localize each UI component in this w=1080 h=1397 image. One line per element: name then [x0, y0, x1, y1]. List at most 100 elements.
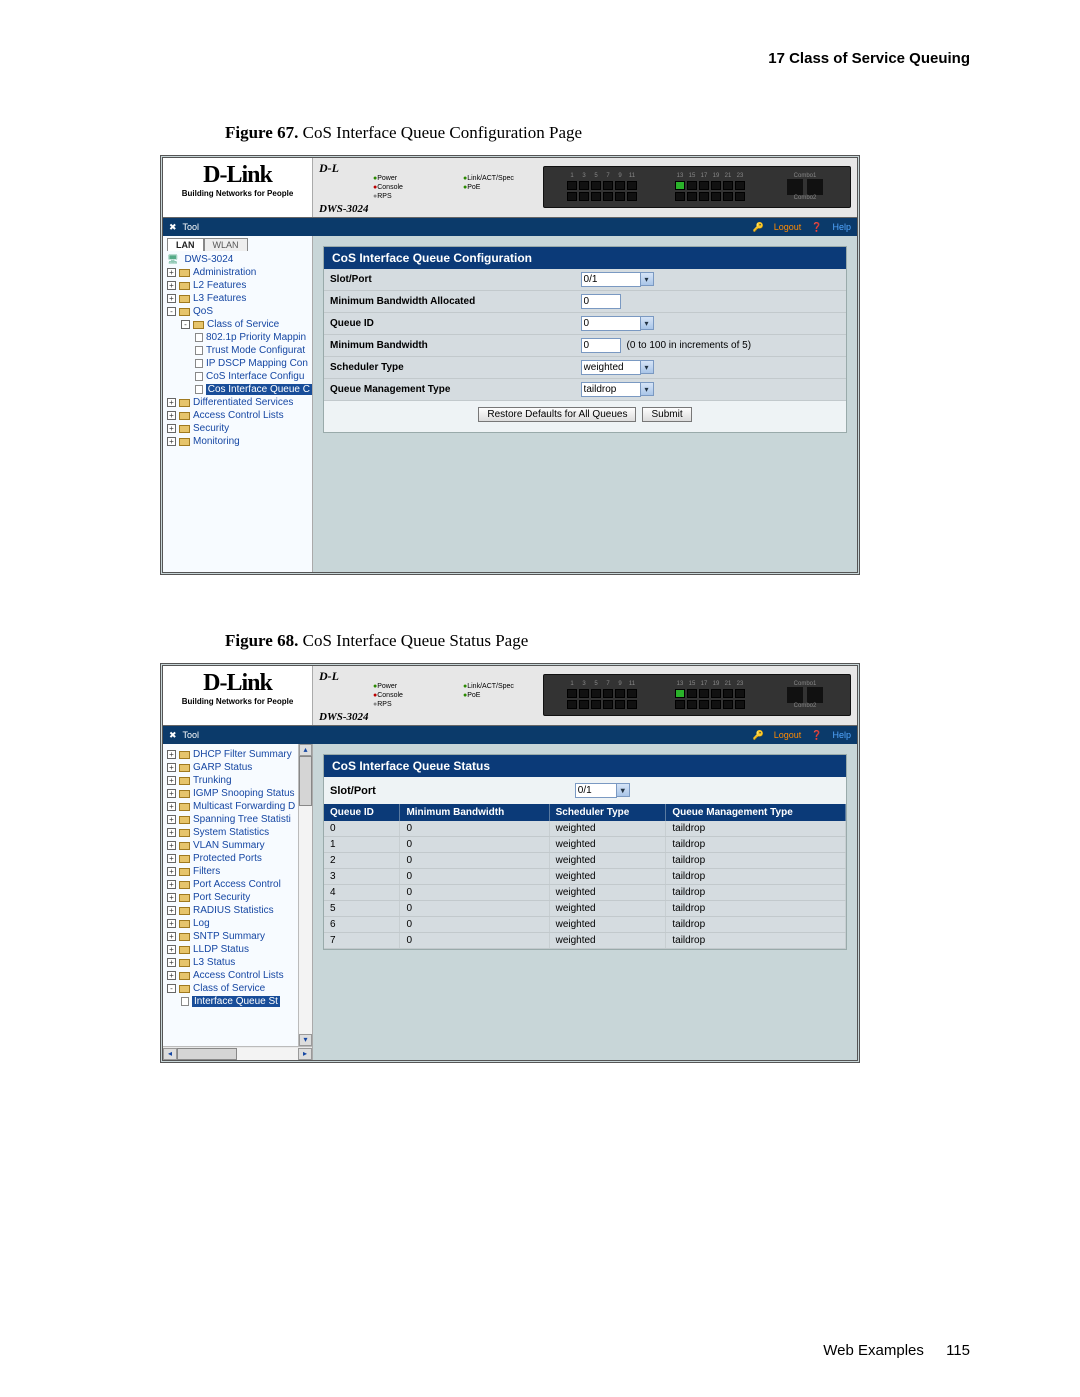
ports-btm-right[interactable]	[675, 700, 745, 709]
tree-item[interactable]: +Access Control Lists	[167, 969, 312, 982]
tree-item[interactable]: +RADIUS Statistics	[167, 904, 312, 917]
tab-wlan[interactable]: WLAN	[204, 238, 248, 251]
tree-item[interactable]: +DHCP Filter Summary	[167, 748, 312, 761]
tree-item[interactable]: +SNTP Summary	[167, 930, 312, 943]
expand-icon[interactable]: +	[167, 880, 176, 889]
tree-item[interactable]: -QoS	[167, 305, 312, 318]
hscroll-track[interactable]	[177, 1048, 298, 1060]
help-icon[interactable]: ❓	[811, 730, 822, 741]
hscroll-thumb[interactable]	[177, 1048, 237, 1060]
tree-item[interactable]: Trust Mode Configurat	[195, 344, 312, 357]
toolbar-help[interactable]: Help	[832, 730, 851, 740]
tab-lan[interactable]: LAN	[167, 238, 204, 251]
expand-icon[interactable]: +	[167, 802, 176, 811]
text-input[interactable]	[581, 338, 621, 353]
ports-top-left[interactable]	[567, 181, 637, 190]
scroll-right-icon[interactable]: ▸	[298, 1048, 312, 1060]
tree-item[interactable]: +Access Control Lists	[167, 409, 312, 422]
expand-icon[interactable]: +	[167, 945, 176, 954]
expand-icon[interactable]: +	[167, 893, 176, 902]
tree-item[interactable]: +IGMP Snooping Status	[167, 787, 312, 800]
tree-item[interactable]: +VLAN Summary	[167, 839, 312, 852]
tree-item[interactable]: +System Statistics	[167, 826, 312, 839]
tool-icon[interactable]: ✖	[169, 222, 177, 233]
expand-icon[interactable]: +	[167, 932, 176, 941]
expand-icon[interactable]: +	[167, 437, 176, 446]
ports-top-left[interactable]	[567, 689, 637, 698]
tree-item[interactable]: +Security	[167, 422, 312, 435]
tree-item[interactable]: +L3 Status	[167, 956, 312, 969]
ports-btm-left[interactable]	[567, 192, 637, 201]
tree-item[interactable]: +Administration	[167, 266, 312, 279]
tree-item[interactable]: CoS Interface Configu	[195, 370, 312, 383]
tree-item[interactable]: Interface Queue St	[181, 995, 312, 1008]
expand-icon[interactable]: +	[167, 841, 176, 850]
expand-icon[interactable]: +	[167, 411, 176, 420]
expand-icon[interactable]: +	[167, 971, 176, 980]
toolbar-help[interactable]: Help	[832, 222, 851, 232]
dropdown-arrow-icon[interactable]: ▾	[640, 316, 654, 330]
dropdown-input[interactable]	[581, 316, 641, 331]
expand-icon[interactable]: +	[167, 281, 176, 290]
expand-icon[interactable]: +	[167, 398, 176, 407]
tree-item[interactable]: -Class of Service	[181, 318, 312, 331]
expand-icon[interactable]: +	[167, 854, 176, 863]
slotport-select[interactable]	[575, 783, 617, 798]
expand-icon[interactable]: +	[167, 789, 176, 798]
tree-item[interactable]: +LLDP Status	[167, 943, 312, 956]
tree-item[interactable]: +Differentiated Services	[167, 396, 312, 409]
tree-item[interactable]: +Log	[167, 917, 312, 930]
logout-icon[interactable]: 🔑	[753, 730, 764, 741]
dropdown-arrow-icon[interactable]: ▾	[640, 382, 654, 396]
tree-item[interactable]: Cos Interface Queue C	[195, 383, 312, 396]
ports-btm-left[interactable]	[567, 700, 637, 709]
expand-icon[interactable]: +	[167, 268, 176, 277]
tree-item[interactable]: +Monitoring	[167, 435, 312, 448]
tree-item[interactable]: +Spanning Tree Statisti	[167, 813, 312, 826]
scroll-left-icon[interactable]: ◂	[163, 1048, 177, 1060]
logout-icon[interactable]: 🔑	[753, 222, 764, 233]
expand-icon[interactable]: +	[167, 776, 176, 785]
expand-icon[interactable]: +	[167, 958, 176, 967]
dropdown-arrow-icon[interactable]: ▾	[640, 272, 654, 286]
ports-top-right[interactable]	[675, 181, 745, 190]
scroll-down-icon[interactable]: ▾	[299, 1034, 312, 1046]
expand-icon[interactable]: +	[167, 828, 176, 837]
tree-item[interactable]: +Filters	[167, 865, 312, 878]
tree-item[interactable]: +Port Security	[167, 891, 312, 904]
help-icon[interactable]: ❓	[811, 222, 822, 233]
tree-item[interactable]: IP DSCP Mapping Con	[195, 357, 312, 370]
tree-item[interactable]: +Port Access Control	[167, 878, 312, 891]
sidebar-hscroll[interactable]: ◂ ▸	[163, 1046, 312, 1060]
collapse-icon[interactable]: -	[167, 307, 176, 316]
tree-item[interactable]: +Trunking	[167, 774, 312, 787]
scroll-up-icon[interactable]: ▴	[299, 744, 312, 756]
ports-btm-right[interactable]	[675, 192, 745, 201]
expand-icon[interactable]: +	[167, 815, 176, 824]
expand-icon[interactable]: +	[167, 919, 176, 928]
ports-top-right[interactable]	[675, 689, 745, 698]
expand-icon[interactable]: +	[167, 906, 176, 915]
dropdown-input[interactable]	[581, 382, 641, 397]
expand-icon[interactable]: +	[167, 294, 176, 303]
tree-item[interactable]: +L3 Features	[167, 292, 312, 305]
collapse-icon[interactable]: -	[167, 984, 176, 993]
collapse-icon[interactable]: -	[181, 320, 190, 329]
vscroll-thumb[interactable]	[299, 756, 312, 806]
submit-button[interactable]: Submit	[642, 407, 691, 422]
tree-item[interactable]: +GARP Status	[167, 761, 312, 774]
restore-defaults-for-all-queues-button[interactable]: Restore Defaults for All Queues	[478, 407, 636, 422]
expand-icon[interactable]: +	[167, 763, 176, 772]
expand-icon[interactable]: +	[167, 750, 176, 759]
tree-item[interactable]: -Class of Service	[167, 982, 312, 995]
dropdown-input[interactable]	[581, 360, 641, 375]
tree-item[interactable]: +Multicast Forwarding D	[167, 800, 312, 813]
tree-item[interactable]: +L2 Features	[167, 279, 312, 292]
toolbar-logout[interactable]: Logout	[774, 730, 802, 740]
sidebar-vscroll[interactable]: ▴ ▾	[298, 744, 312, 1046]
expand-icon[interactable]: +	[167, 424, 176, 433]
tree-item[interactable]: 802.1p Priority Mappin	[195, 331, 312, 344]
toolbar-logout[interactable]: Logout	[774, 222, 802, 232]
expand-icon[interactable]: +	[167, 867, 176, 876]
tree-item[interactable]: +Protected Ports	[167, 852, 312, 865]
